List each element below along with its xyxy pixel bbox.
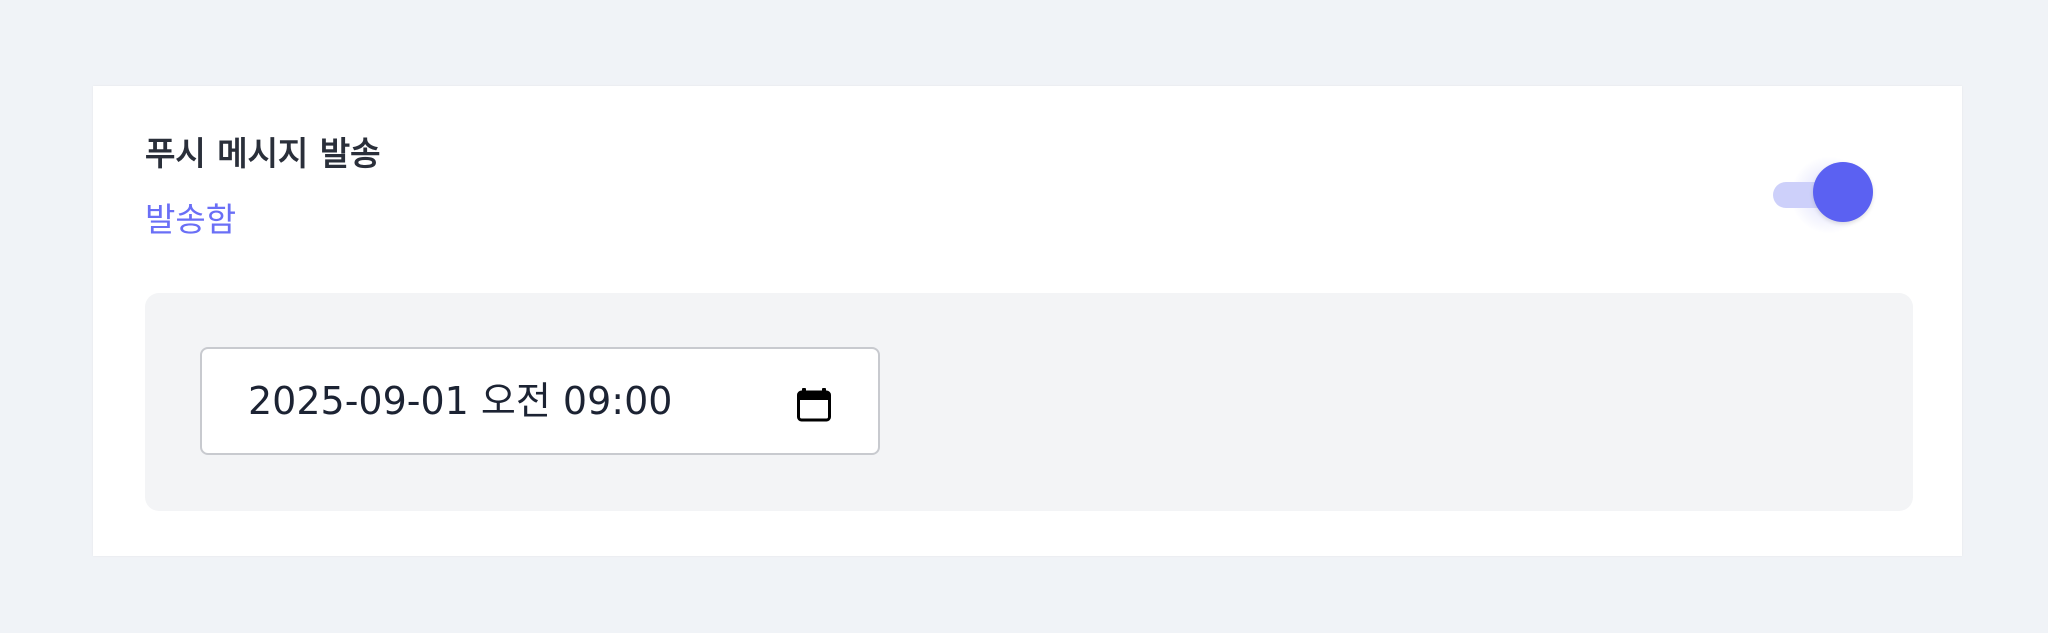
datetime-input[interactable]: 2025-09-01 오전 09:00	[200, 347, 880, 455]
calendar-icon[interactable]	[796, 385, 832, 423]
schedule-panel: 2025-09-01 오전 09:00	[145, 293, 1913, 511]
section-title: 푸시 메시지 발송	[145, 134, 381, 173]
push-settings-header: 푸시 메시지 발송 발송함	[145, 132, 381, 242]
datetime-value[interactable]: 2025-09-01 오전 09:00	[248, 379, 672, 423]
push-settings-card: 푸시 메시지 발송 발송함 2025-09-01 오전 09:00	[93, 86, 1962, 556]
toggle-knob[interactable]	[1813, 162, 1873, 222]
status-label: 발송함	[145, 200, 237, 239]
